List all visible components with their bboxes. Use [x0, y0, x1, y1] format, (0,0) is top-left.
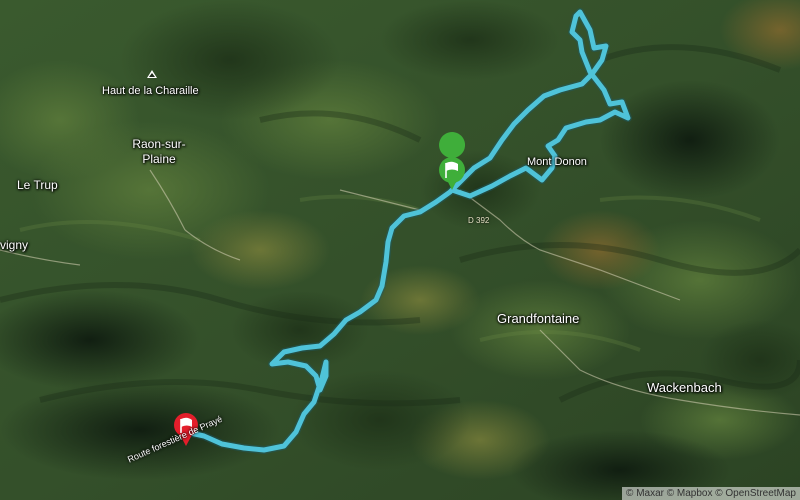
route-path[interactable] — [183, 9, 631, 453]
place-label-vigny: vigny — [0, 238, 29, 252]
place-label-haut-de-la-charaille: Haut de la Charaille — [102, 85, 199, 97]
peak-icon — [147, 70, 157, 78]
route-line[interactable] — [0, 0, 800, 500]
map-attribution[interactable]: © Maxar © Mapbox © OpenStreetMap — [622, 487, 800, 500]
place-label-raon-sur-plaine: Raon-sur- Plaine — [124, 137, 194, 167]
map-view[interactable]: Haut de la Charaille Raon-sur- Plaine Le … — [0, 0, 800, 500]
place-label-wackenbach: Wackenbach — [647, 380, 722, 395]
place-label-mont-donon: Mont Donon — [527, 156, 587, 168]
place-label-grandfontaine: Grandfontaine — [497, 311, 580, 326]
road-number-label: D 392 — [468, 216, 490, 225]
place-label-le-trup: Le Trup — [17, 178, 58, 192]
route-casing — [182, 8, 632, 454]
raon-sur-plaine-text: Raon-sur- Plaine — [132, 137, 186, 166]
